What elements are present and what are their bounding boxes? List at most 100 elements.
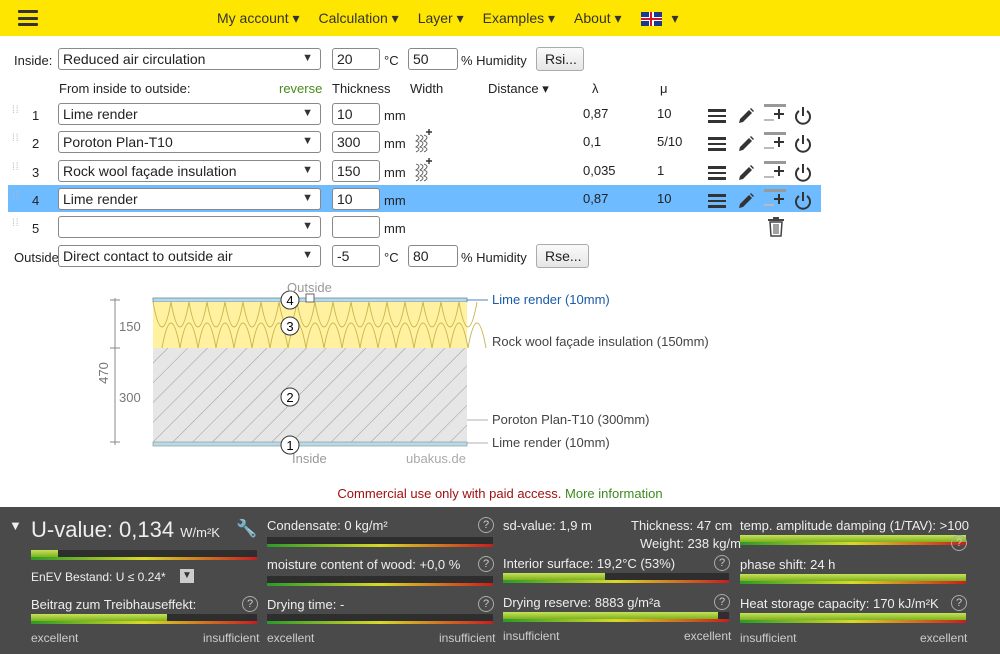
nav-layer[interactable]: Layer ▾ [418, 10, 464, 27]
outside-temp-input[interactable]: -5 [332, 245, 380, 267]
layer-material-select[interactable]: Lime render ▼ [58, 188, 321, 210]
insert-layer-icon[interactable] [763, 102, 789, 124]
reverse-link[interactable]: reverse [279, 81, 322, 96]
layer-thickness-input[interactable]: 300 [332, 131, 380, 153]
insert-layer-icon[interactable] [763, 187, 789, 209]
phase-shift-label: phase shift: 24 h [740, 557, 836, 572]
outside-condition-select[interactable]: Direct contact to outside air ▼ [58, 245, 321, 267]
drag-grip-icon[interactable]: ⁞⁞ [12, 134, 20, 149]
inside-condition-select[interactable]: Reduced air circulation ▼ [58, 48, 321, 70]
wrench-icon[interactable]: 🔧 [236, 519, 257, 539]
layer-material-select[interactable]: Poroton Plan-T10 ▼ [58, 131, 321, 153]
collapse-triangle-icon[interactable]: ▼ [9, 518, 22, 533]
edit-pencil-icon[interactable] [736, 134, 756, 154]
u-value-unit: W/m²K [180, 525, 220, 540]
chevron-down-icon: ▼ [302, 164, 313, 176]
drag-handle-icon[interactable] [305, 293, 315, 303]
results-panel: ▼ U-value: 0,134 W/m²K 🔧 EnEV Bestand: U… [0, 507, 1000, 654]
layer-menu-icon[interactable] [708, 137, 726, 151]
help-icon[interactable]: ? [478, 517, 494, 533]
edit-pencil-icon[interactable] [736, 191, 756, 211]
layer-thickness-input[interactable]: 150 [332, 160, 380, 182]
enev-dropdown-icon[interactable]: ▼ [180, 569, 194, 583]
edit-pencil-icon[interactable] [736, 106, 756, 126]
condensate-bar [267, 537, 493, 547]
rsi-button[interactable]: Rsi... [536, 47, 584, 71]
outside-label: Outside [14, 250, 59, 265]
help-icon[interactable]: ? [951, 595, 967, 611]
drag-grip-icon[interactable]: ⁞⁞ [12, 191, 20, 206]
layer-number: 5 [32, 221, 40, 236]
help-icon[interactable]: ? [714, 555, 730, 571]
layer-thickness-input[interactable]: 10 [332, 103, 380, 125]
edit-pencil-icon[interactable] [736, 163, 756, 183]
layer-menu-icon[interactable] [708, 194, 726, 208]
moisture-bar [267, 576, 493, 586]
drag-grip-icon[interactable]: ⁞⁞ [12, 219, 20, 234]
outside-humidity-input[interactable]: 80 [408, 245, 458, 267]
scale-insufficient: insufficient [203, 631, 260, 645]
layer-lambda: 0,87 [583, 191, 609, 206]
drying-time-bar [267, 614, 493, 624]
hamburger-menu-icon[interactable] [18, 10, 38, 26]
rse-button[interactable]: Rse... [536, 244, 589, 268]
inside-humidity-input[interactable]: 50 [408, 48, 458, 70]
layer-thickness-input[interactable] [332, 216, 380, 238]
inhomogeneous-layer-icon[interactable] [414, 158, 434, 182]
layer-material-select[interactable]: ▼ [58, 216, 321, 238]
inhomogeneous-layer-icon[interactable] [414, 129, 434, 153]
layer-material-select[interactable]: Lime render ▼ [58, 103, 321, 125]
interior-surface-bar [503, 573, 729, 583]
label-layer-1: Lime render (10mm) [492, 435, 610, 450]
layer-lambda: 0,87 [583, 106, 609, 121]
inside-label: Inside: [14, 53, 53, 68]
label-layer-4: Lime render (10mm) [492, 292, 610, 307]
drying-time-label: Drying time: - [267, 597, 345, 612]
layer-thickness-unit: mm [384, 221, 406, 236]
insert-layer-icon[interactable] [763, 159, 789, 181]
help-icon[interactable]: ? [714, 594, 730, 610]
power-toggle-icon[interactable] [793, 163, 813, 183]
layer-mu: 1 [657, 163, 665, 178]
help-icon[interactable]: ? [951, 535, 967, 551]
help-icon[interactable]: ? [478, 556, 494, 572]
notice-text: Commercial use only with paid access. [337, 486, 562, 501]
chevron-down-icon: ▼ [302, 249, 313, 261]
power-toggle-icon[interactable] [793, 106, 813, 126]
layer-thickness-unit: mm [384, 165, 406, 180]
chevron-down-icon: ▼ [302, 220, 313, 232]
nav-about[interactable]: About ▾ [574, 10, 622, 27]
thickness-header: Thickness [332, 81, 391, 96]
drag-grip-icon[interactable]: ⁞⁞ [12, 163, 20, 178]
layer-thickness-input[interactable]: 10 [332, 188, 380, 210]
layer-material-select[interactable]: Rock wool façade insulation ▼ [58, 160, 321, 182]
layer-menu-icon[interactable] [708, 109, 726, 123]
distance-header[interactable]: Distance ▾ [488, 81, 549, 97]
nav-examples[interactable]: Examples ▾ [483, 10, 555, 27]
trash-icon[interactable] [767, 217, 785, 237]
top-bar: My account ▾ Calculation ▾ Layer ▾ Examp… [0, 0, 1000, 36]
drying-reserve-bar [503, 612, 729, 622]
layer-number: 4 [32, 193, 40, 208]
moisture-label: moisture content of wood: +0,0 % [267, 557, 461, 572]
commercial-notice: Commercial use only with paid access. Mo… [0, 486, 1000, 501]
power-toggle-icon[interactable] [793, 134, 813, 154]
help-icon[interactable]: ? [242, 596, 258, 612]
power-toggle-icon[interactable] [793, 191, 813, 211]
direction-label: From inside to outside: [59, 81, 191, 96]
insert-layer-icon[interactable] [763, 130, 789, 152]
scale-excellent: excellent [267, 631, 315, 645]
sd-value-label: sd-value: 1,9 m [503, 518, 592, 533]
scale-excellent: excellent [684, 629, 732, 643]
language-selector[interactable]: ▾ [640, 10, 678, 27]
nav-calculation[interactable]: Calculation ▾ [319, 10, 399, 27]
damping-bar [740, 535, 966, 545]
more-info-link[interactable]: More information [565, 486, 663, 501]
help-icon[interactable]: ? [478, 596, 494, 612]
outside-humidity-unit: % Humidity [461, 250, 527, 265]
nav-my-account[interactable]: My account ▾ [217, 10, 300, 27]
layer-menu-icon[interactable] [708, 166, 726, 180]
circle-label-4: 4 [286, 293, 293, 308]
drag-grip-icon[interactable]: ⁞⁞ [12, 106, 20, 121]
inside-temp-input[interactable]: 20 [332, 48, 380, 70]
